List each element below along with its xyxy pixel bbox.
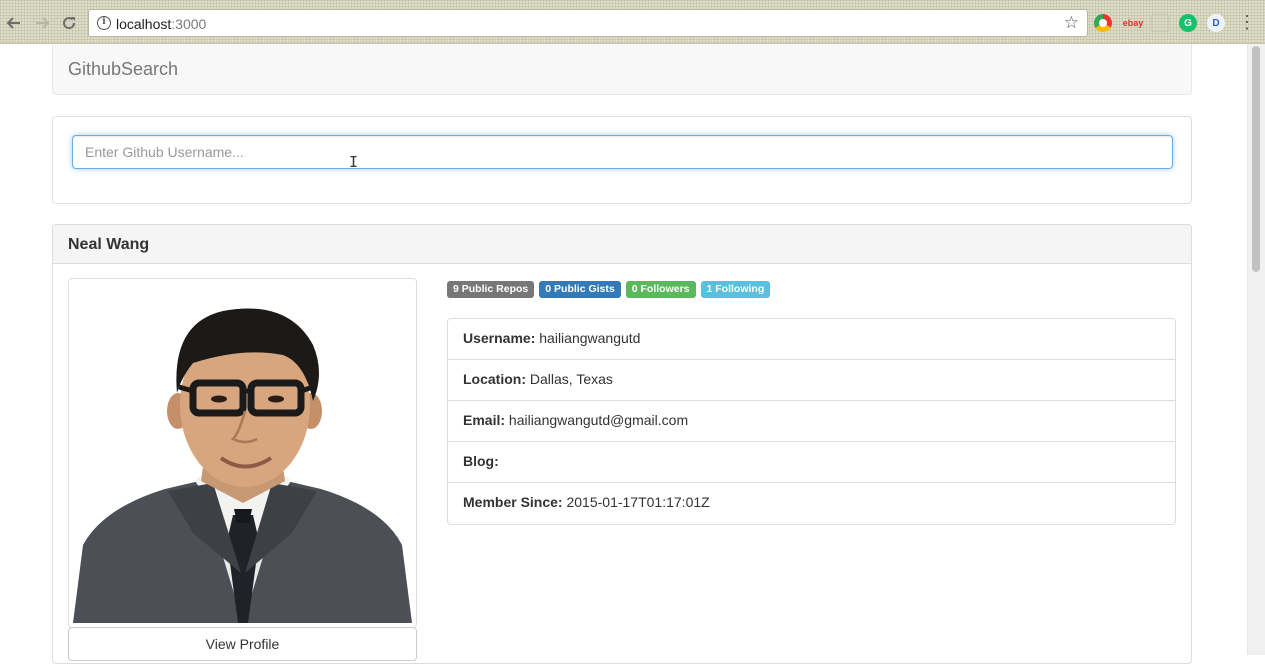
profile-details-list: Username: hailiangwangutd Location: Dall… [447,318,1176,525]
text-cursor-icon: I [349,153,359,171]
username-value: hailiangwangutd [539,330,641,346]
forward-arrow-icon[interactable] [31,12,53,34]
reload-icon[interactable] [58,12,80,34]
username-label: Username: [463,330,536,346]
extension-icon[interactable] [1151,14,1169,32]
public-repos-badge: 9 Public Repos [447,281,535,298]
member-since-value: 2015-01-17T01:17:01Z [566,494,710,510]
address-bar[interactable]: i localhost:3000 ☆ [88,9,1088,37]
url-host: localhost [116,16,172,32]
avatar-thumbnail [68,278,417,628]
blog-label: Blog: [463,453,499,469]
member-since-item: Member Since: 2015-01-17T01:17:01Z [448,483,1175,524]
kebab-menu-icon[interactable]: ⋮ [1238,12,1256,33]
stats-badges: 9 Public Repos 0 Public Gists 0 Follower… [447,281,771,298]
d-extension-icon[interactable]: D [1207,14,1225,32]
location-label: Location: [463,371,526,387]
navbar: GithubSearch [52,44,1192,95]
view-profile-button[interactable]: View Profile [68,627,417,661]
blog-item: Blog: [448,442,1175,483]
username-item: Username: hailiangwangutd [448,319,1175,360]
email-value: hailiangwangutd@gmail.com [508,412,689,428]
browser-toolbar: i localhost:3000 ☆ ebay G D ⋮ [0,0,1265,44]
vertical-scrollbar[interactable] [1247,44,1265,655]
email-item: Email: hailiangwangutd@gmail.com [448,401,1175,442]
ebay-extension-icon[interactable]: ebay [1122,14,1144,32]
star-icon[interactable]: ☆ [1064,13,1079,33]
member-since-label: Member Since: [463,494,563,510]
search-input[interactable] [72,135,1173,169]
chrome-extension-icon[interactable] [1094,14,1112,32]
location-value: Dallas, Texas [529,371,613,387]
profile-panel: Neal Wang View Profile 9 Public Repos 0 … [52,224,1192,664]
back-arrow-icon[interactable] [3,12,25,34]
public-gists-badge: 0 Public Gists [539,281,621,298]
grammarly-icon[interactable]: G [1179,14,1197,32]
url-text: localhost:3000 [116,16,206,32]
email-label: Email: [463,412,506,428]
following-badge: 1 Following [700,281,771,298]
search-panel [52,116,1192,204]
profile-name: Neal Wang [53,225,1191,264]
navbar-brand[interactable]: GithubSearch [68,59,178,80]
avatar [73,283,412,623]
location-item: Location: Dallas, Texas [448,360,1175,401]
info-icon[interactable]: i [97,16,111,30]
scrollbar-thumb[interactable] [1252,46,1260,272]
url-port: :3000 [171,16,207,32]
followers-badge: 0 Followers [625,281,696,298]
